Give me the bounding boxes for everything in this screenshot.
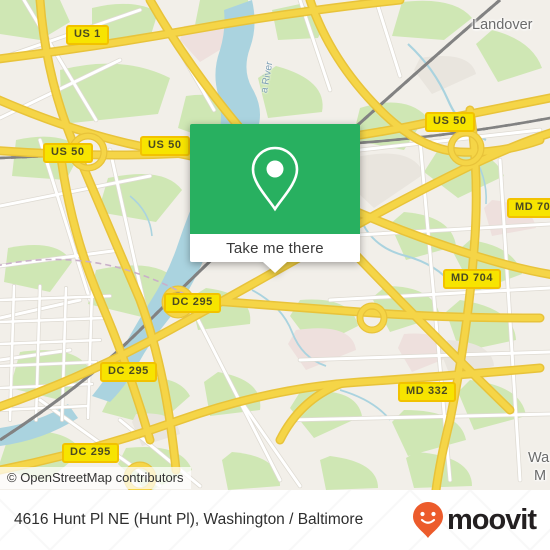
road-shield: US 1: [66, 25, 109, 45]
map-pin-icon: [251, 146, 299, 212]
road-shield: MD 332: [398, 382, 457, 402]
road-shield: MD 704: [507, 198, 550, 218]
place-label: Landover: [472, 17, 533, 33]
road-shield: DC 295: [164, 293, 221, 313]
road-shield: US 50: [140, 136, 190, 156]
location-callout-card[interactable]: Take me there: [190, 124, 360, 273]
moovit-logo[interactable]: moovit: [412, 501, 537, 539]
footer-bar: 4616 Hunt Pl NE (Hunt Pl), Washington / …: [0, 490, 550, 550]
road-shield: DC 295: [100, 362, 157, 382]
callout-header: [190, 124, 360, 234]
moovit-pin-smiley-icon: [412, 502, 443, 538]
callout-tail: [263, 262, 287, 273]
map-screenshot: .green{fill:#cfe7b4;} .greend{fill:#c2de…: [0, 0, 550, 550]
road-shield: US 50: [43, 143, 93, 163]
osm-attribution[interactable]: © OpenStreetMap contributors: [0, 467, 191, 489]
take-me-there-button[interactable]: Take me there: [190, 234, 360, 262]
address-label: 4616 Hunt Pl NE (Hunt Pl), Washington / …: [14, 511, 364, 528]
place-label: M: [534, 468, 547, 484]
road-shield: US 50: [425, 112, 475, 132]
moovit-wordmark: moovit: [446, 503, 537, 536]
road-shield: DC 295: [62, 443, 119, 463]
road-shield: MD 704: [443, 269, 502, 289]
place-label: Wa: [528, 450, 550, 466]
